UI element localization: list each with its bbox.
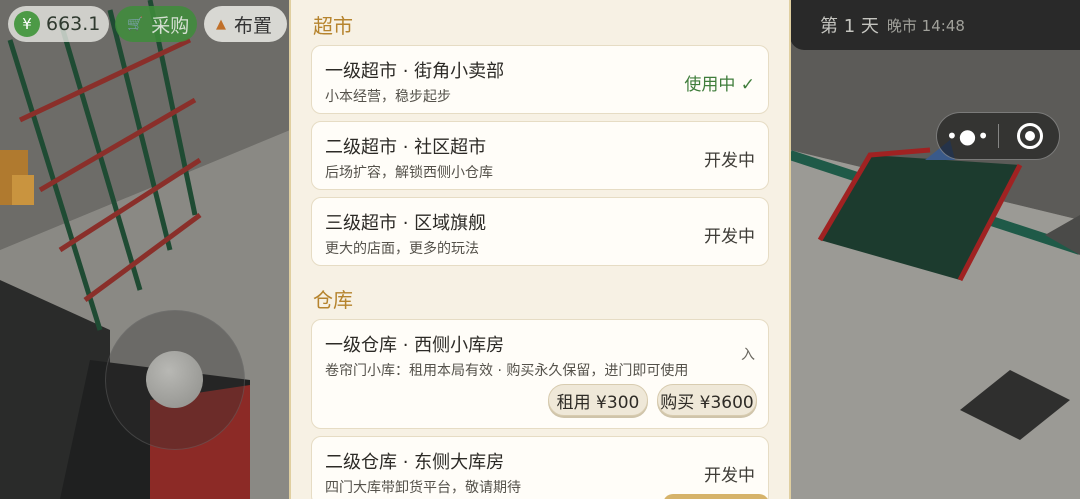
card-desc: 四门大库带卸货平台，敬请期待 bbox=[325, 480, 521, 496]
day-time-bar: 第 1 天 晚市 14:48 bbox=[790, 0, 1080, 50]
section-title-supermarket: 超市 bbox=[313, 14, 353, 38]
coin-icon: ¥ bbox=[14, 11, 40, 37]
buy-button[interactable]: 购买 ¥3600 bbox=[657, 384, 757, 416]
money-display: ¥ 663.1 bbox=[8, 6, 109, 42]
card-name: 一级超市 · 街角小卖部 bbox=[325, 61, 505, 82]
enter-hint: 入 bbox=[741, 347, 755, 363]
arrange-icon: ▲ bbox=[216, 16, 226, 32]
card-supermarket-level-1[interactable]: 一级超市 · 街角小卖部 小本经营，稳步起步 使用中 ✓ bbox=[311, 45, 769, 114]
card-name: 一级仓库 · 西侧小库房 bbox=[325, 335, 505, 356]
day-label: 第 1 天 bbox=[820, 16, 879, 37]
capsule-divider bbox=[998, 124, 999, 148]
rent-button[interactable]: 租用 ¥300 bbox=[548, 384, 648, 416]
card-supermarket-level-2[interactable]: 二级超市 · 社区超市 后场扩容，解锁西侧小仓库 开发中 bbox=[311, 121, 769, 190]
arrange-button[interactable]: ▲ 布置 bbox=[204, 6, 287, 42]
section-title-warehouse: 仓库 bbox=[313, 288, 353, 312]
card-desc: 更大的店面，更多的玩法 bbox=[325, 241, 479, 257]
card-desc: 卷帘门小库：租用本局有效 · 购买永久保留，进门即可使用 bbox=[325, 363, 689, 379]
card-warehouse-level-1[interactable]: 一级仓库 · 西侧小库房 卷帘门小库：租用本局有效 · 购买永久保留，进门即可使… bbox=[311, 319, 769, 429]
more-dots-icon[interactable]: •●• bbox=[946, 113, 989, 159]
dev-status: 开发中 bbox=[704, 151, 755, 171]
purchase-label: 采购 bbox=[151, 14, 190, 37]
joystick-knob[interactable] bbox=[146, 351, 203, 408]
cart-icon: 🛒 bbox=[127, 16, 144, 32]
arrange-label: 布置 bbox=[234, 14, 273, 37]
card-desc: 后场扩容，解锁西侧小仓库 bbox=[325, 165, 493, 181]
in-use-status: 使用中 ✓ bbox=[684, 75, 755, 95]
card-name: 三级超市 · 区域旗舰 bbox=[325, 213, 487, 234]
dev-status: 开发中 bbox=[704, 227, 755, 247]
mini-program-capsule: •●• bbox=[936, 112, 1060, 160]
card-name: 二级超市 · 社区超市 bbox=[325, 137, 487, 158]
upgrade-panel[interactable]: 超市 一级超市 · 街角小卖部 小本经营，稳步起步 使用中 ✓ 二级超市 · 社… bbox=[289, 0, 791, 499]
card-supermarket-level-3[interactable]: 三级超市 · 区域旗舰 更大的店面，更多的玩法 开发中 bbox=[311, 197, 769, 266]
card-warehouse-level-2[interactable]: 二级仓库 · 东侧大库房 四门大库带卸货平台，敬请期待 开发中 bbox=[311, 436, 769, 499]
confirm-button-edge[interactable] bbox=[663, 494, 769, 499]
target-circle-icon[interactable] bbox=[1017, 123, 1043, 149]
dev-status: 开发中 bbox=[704, 466, 755, 486]
time-label: 晚市 14:48 bbox=[886, 16, 965, 35]
money-value: 663.1 bbox=[46, 13, 101, 35]
card-desc: 小本经营，稳步起步 bbox=[325, 89, 451, 105]
purchase-button[interactable]: 🛒 采购 bbox=[115, 6, 197, 42]
card-name: 二级仓库 · 东侧大库房 bbox=[325, 452, 505, 473]
